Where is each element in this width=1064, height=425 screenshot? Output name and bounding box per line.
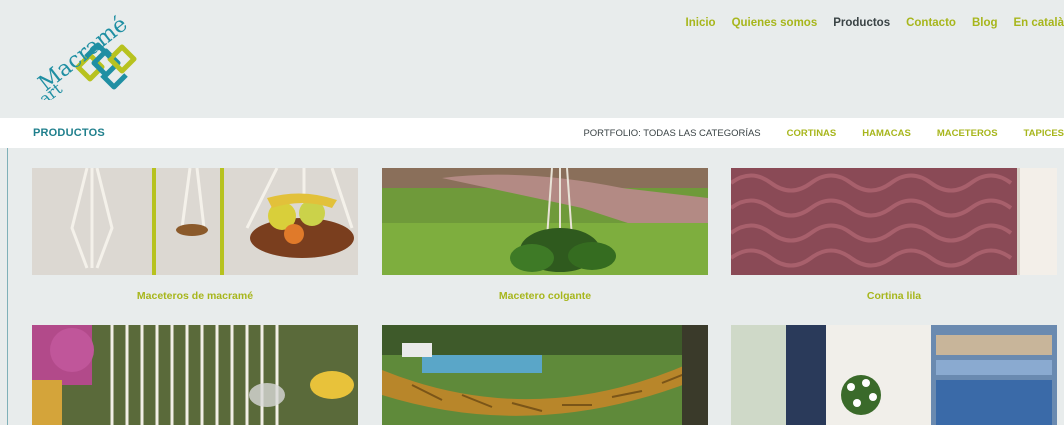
product-card[interactable]: Maceteros de macramé: [32, 168, 358, 302]
product-caption[interactable]: Macetero colgante: [382, 290, 708, 302]
product-image-cortina-lila[interactable]: [731, 168, 1057, 275]
product-image-cortina-blanca[interactable]: [32, 325, 358, 425]
product-image-hamaca[interactable]: [382, 325, 708, 425]
filter-hamacas[interactable]: HAMACAS: [862, 128, 911, 139]
nav-inicio[interactable]: Inicio: [686, 17, 716, 29]
product-card[interactable]: [382, 325, 708, 425]
product-caption[interactable]: Cortina lila: [731, 290, 1057, 302]
product-image-tapiz[interactable]: [731, 325, 1057, 425]
filter-tapices[interactable]: TAPICES: [1024, 128, 1064, 139]
nav-quienes-somos[interactable]: Quienes somos: [732, 17, 818, 29]
nav-productos[interactable]: Productos: [833, 17, 890, 29]
product-grid: Maceteros de macramé Macetero colgante C…: [0, 148, 1064, 425]
filter-maceteros[interactable]: MACETEROS: [937, 128, 998, 139]
filter-cortinas[interactable]: CORTINAS: [787, 128, 837, 139]
site-header: Macramé art Inicio Quienes somos Product…: [0, 0, 1064, 118]
nav-blog[interactable]: Blog: [972, 17, 998, 29]
page-title: PRODUCTOS: [33, 127, 105, 139]
products-subbar: PRODUCTOS PORTFOLIO: TODAS LAS CATEGORÍA…: [0, 118, 1064, 148]
product-image-maceteros[interactable]: [32, 168, 358, 275]
macrame-art-logo[interactable]: Macramé art: [28, 12, 146, 100]
nav-en-catala[interactable]: En català: [1014, 17, 1064, 29]
category-filters: PORTFOLIO: TODAS LAS CATEGORÍAS CORTINAS…: [583, 128, 1064, 139]
product-card[interactable]: Cortina lila: [731, 168, 1057, 302]
product-caption[interactable]: Maceteros de macramé: [32, 290, 358, 302]
product-image-macetero-colgante[interactable]: [382, 168, 708, 275]
product-card[interactable]: Macetero colgante: [382, 168, 708, 302]
filter-all-categories[interactable]: PORTFOLIO: TODAS LAS CATEGORÍAS: [583, 128, 760, 139]
nav-contacto[interactable]: Contacto: [906, 17, 956, 29]
product-card[interactable]: [32, 325, 358, 425]
product-card[interactable]: [731, 325, 1057, 425]
main-nav: Inicio Quienes somos Productos Contacto …: [670, 17, 1064, 29]
